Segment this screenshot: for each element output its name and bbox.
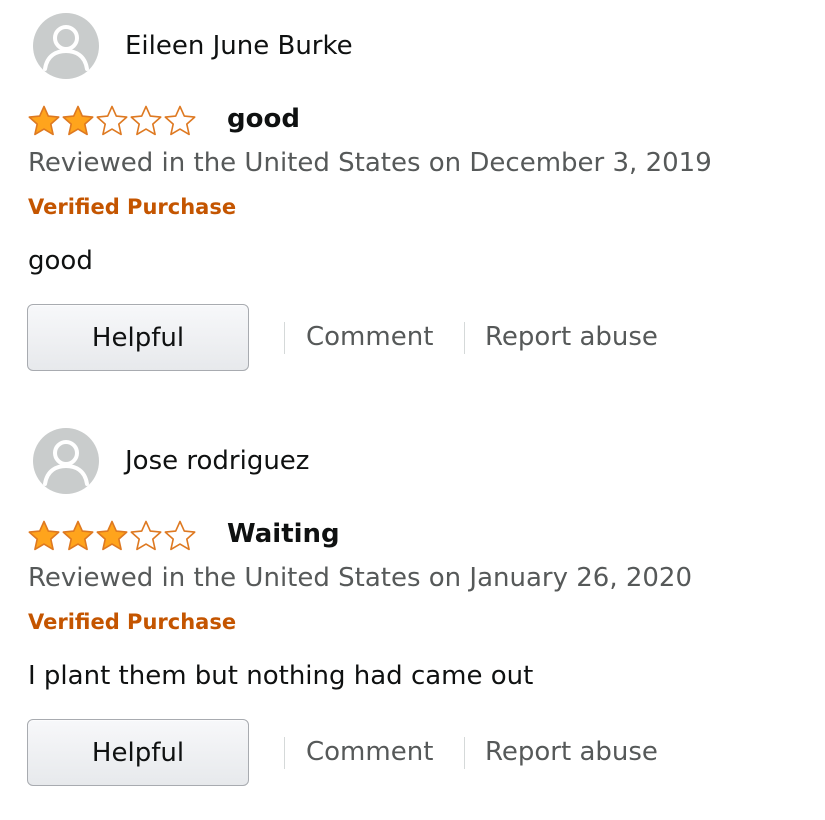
star-filled-icon (62, 105, 94, 136)
user-avatar-icon[interactable] (33, 13, 99, 79)
review-body: I plant them but nothing had came out (28, 661, 534, 691)
star-empty-icon (130, 520, 162, 551)
reviewer-name[interactable]: Jose rodriguez (125, 443, 309, 479)
report-abuse-link[interactable]: Report abuse (485, 733, 658, 771)
review-title[interactable]: Waiting (227, 515, 340, 553)
star-rating[interactable] (27, 519, 197, 553)
helpful-button[interactable]: Helpful (27, 304, 249, 371)
review-body: good (28, 246, 93, 276)
review-title[interactable]: good (227, 100, 300, 138)
review-card: Eileen June Burke good Reviewed in the U… (0, 0, 825, 400)
star-rating[interactable] (27, 104, 197, 138)
user-avatar-icon[interactable] (33, 428, 99, 494)
star-filled-icon (62, 520, 94, 551)
star-empty-icon (96, 105, 128, 136)
comment-link[interactable]: Comment (306, 318, 433, 356)
verified-purchase-badge: Verified Purchase (28, 195, 237, 219)
divider (464, 322, 465, 354)
star-filled-icon (96, 520, 128, 551)
divider (284, 737, 285, 769)
star-empty-icon (130, 105, 162, 136)
reviewer-name[interactable]: Eileen June Burke (125, 28, 353, 64)
review-date: Reviewed in the United States on January… (28, 563, 693, 593)
report-abuse-link[interactable]: Report abuse (485, 318, 658, 356)
review-card: Jose rodriguez Waiting Reviewed in the U… (0, 415, 825, 815)
helpful-button[interactable]: Helpful (27, 719, 249, 786)
star-empty-icon (164, 105, 196, 136)
star-filled-icon (28, 105, 60, 136)
review-date: Reviewed in the United States on Decembe… (28, 148, 712, 178)
divider (464, 737, 465, 769)
star-filled-icon (28, 520, 60, 551)
divider (284, 322, 285, 354)
verified-purchase-badge: Verified Purchase (28, 610, 237, 634)
star-empty-icon (164, 520, 196, 551)
comment-link[interactable]: Comment (306, 733, 433, 771)
